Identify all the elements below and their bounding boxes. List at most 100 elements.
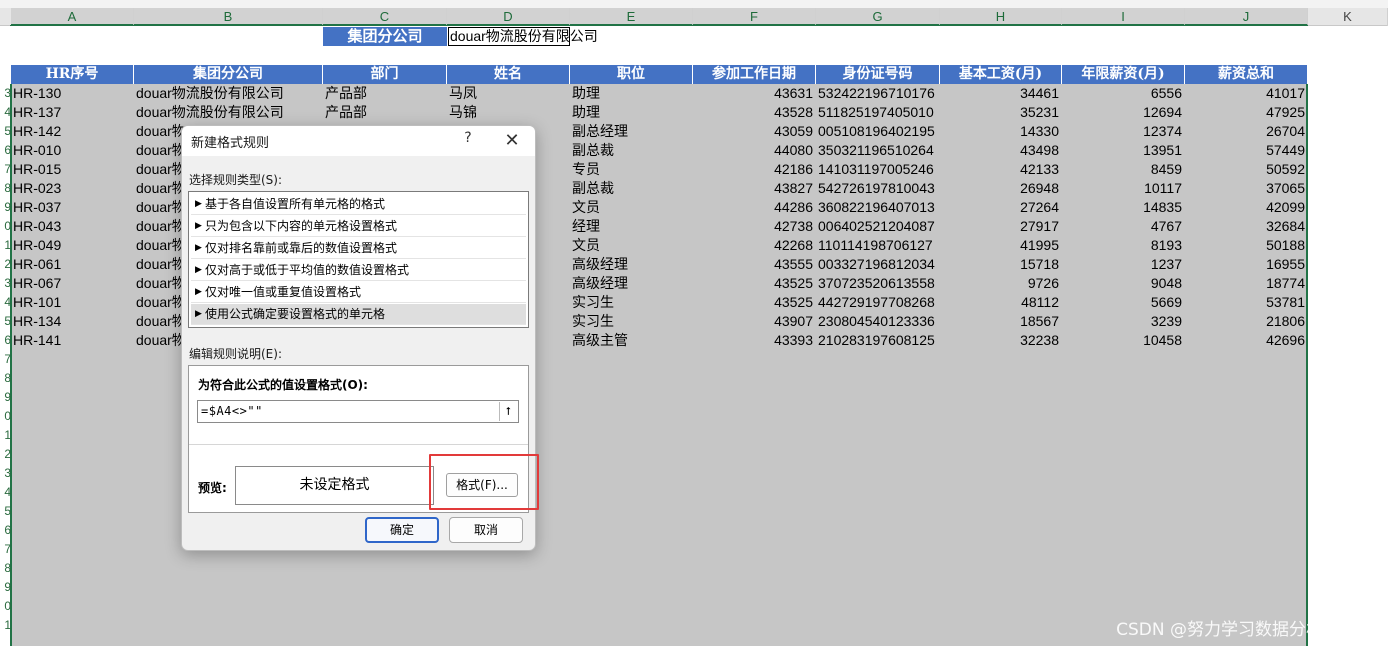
- cell-seniority[interactable]: 6556: [1062, 84, 1185, 103]
- row-header[interactable]: 7: [0, 350, 11, 369]
- cell-total[interactable]: 42099: [1185, 198, 1308, 217]
- rule-type-item[interactable]: ▶ 基于各自值设置所有单元格的格式: [191, 194, 526, 215]
- cell-position[interactable]: 文员: [570, 236, 693, 255]
- cell-position[interactable]: 经理: [570, 217, 693, 236]
- header-cell[interactable]: 薪资总和: [1185, 65, 1308, 84]
- cell-base[interactable]: 15718: [940, 255, 1062, 274]
- row-header[interactable]: 0: [0, 597, 11, 616]
- cell-seniority[interactable]: 12374: [1062, 122, 1185, 141]
- cell-base[interactable]: 32238: [940, 331, 1062, 350]
- cell-id[interactable]: 110114198706127: [816, 236, 940, 255]
- row-header[interactable]: 1: [0, 616, 11, 635]
- cell-date[interactable]: 42186: [693, 160, 816, 179]
- cell-hr[interactable]: HR-037: [11, 198, 134, 217]
- row-header[interactable]: 4: [0, 483, 11, 502]
- cell-position[interactable]: 高级主管: [570, 331, 693, 350]
- cell-seniority[interactable]: 9048: [1062, 274, 1185, 293]
- formula-input[interactable]: =$A4<>"" ⭡: [197, 400, 519, 423]
- column-header-d[interactable]: D: [447, 8, 570, 26]
- cell-base[interactable]: 43498: [940, 141, 1062, 160]
- cell-position[interactable]: 助理: [570, 84, 693, 103]
- cell-id[interactable]: 141031197005246: [816, 160, 940, 179]
- rule-type-item[interactable]: ▶ 仅对高于或低于平均值的数值设置格式: [191, 260, 526, 281]
- close-icon[interactable]: ✕: [499, 128, 525, 154]
- header-cell[interactable]: 基本工资(月): [940, 65, 1062, 84]
- cell-date[interactable]: 43907: [693, 312, 816, 331]
- cell-base[interactable]: 34461: [940, 84, 1062, 103]
- cell-total[interactable]: 16955: [1185, 255, 1308, 274]
- cell-date[interactable]: 43059: [693, 122, 816, 141]
- row-header[interactable]: 4: [0, 293, 11, 312]
- cell-date[interactable]: 43555: [693, 255, 816, 274]
- rule-type-item[interactable]: ▶ 只为包含以下内容的单元格设置格式: [191, 216, 526, 237]
- cell-hr[interactable]: HR-043: [11, 217, 134, 236]
- cell-id[interactable]: 350321196510264: [816, 141, 940, 160]
- collapse-dialog-icon[interactable]: ⭡: [499, 402, 517, 421]
- cell-position[interactable]: 实习生: [570, 312, 693, 331]
- company-title-value[interactable]: douar物流股份有限公司: [448, 27, 598, 46]
- cell-hr[interactable]: HR-101: [11, 293, 134, 312]
- rule-type-item[interactable]: ▶ 仅对唯一值或重复值设置格式: [191, 282, 526, 303]
- cell-total[interactable]: 37065: [1185, 179, 1308, 198]
- cell-base[interactable]: 18567: [940, 312, 1062, 331]
- cell-total[interactable]: 47925: [1185, 103, 1308, 122]
- row-header[interactable]: 0: [0, 407, 11, 426]
- cell-id[interactable]: 006402521204087: [816, 217, 940, 236]
- cell-base[interactable]: 35231: [940, 103, 1062, 122]
- cell-date[interactable]: 42738: [693, 217, 816, 236]
- cell-date[interactable]: 43631: [693, 84, 816, 103]
- cell-date[interactable]: 44080: [693, 141, 816, 160]
- cell-position[interactable]: 高级经理: [570, 255, 693, 274]
- cell-total[interactable]: 18774: [1185, 274, 1308, 293]
- cell-date[interactable]: 43525: [693, 274, 816, 293]
- row-header[interactable]: 5: [0, 312, 11, 331]
- cell-hr[interactable]: HR-134: [11, 312, 134, 331]
- cell-seniority[interactable]: 5669: [1062, 293, 1185, 312]
- rule-type-item[interactable]: ▶ 仅对排名靠前或靠后的数值设置格式: [191, 238, 526, 259]
- row-header[interactable]: 3: [0, 84, 11, 103]
- cell-total[interactable]: 41017: [1185, 84, 1308, 103]
- cell-base[interactable]: 27264: [940, 198, 1062, 217]
- cell-seniority[interactable]: 4767: [1062, 217, 1185, 236]
- cell-id[interactable]: 532422196710176: [816, 84, 940, 103]
- cell-base[interactable]: 41995: [940, 236, 1062, 255]
- cell-seniority[interactable]: 8459: [1062, 160, 1185, 179]
- column-header-g[interactable]: G: [816, 8, 940, 26]
- cell-base[interactable]: 26948: [940, 179, 1062, 198]
- row-header[interactable]: 3: [0, 464, 11, 483]
- row-header[interactable]: 6: [0, 331, 11, 350]
- row-header[interactable]: 8: [0, 179, 11, 198]
- cell-base[interactable]: 27917: [940, 217, 1062, 236]
- header-cell[interactable]: 身份证号码: [816, 65, 940, 84]
- rule-type-item[interactable]: ▶ 使用公式确定要设置格式的单元格: [191, 304, 526, 325]
- cell-date[interactable]: 43827: [693, 179, 816, 198]
- column-header-c[interactable]: C: [323, 8, 447, 26]
- cell-hr[interactable]: HR-049: [11, 236, 134, 255]
- cell-base[interactable]: 48112: [940, 293, 1062, 312]
- cell-base[interactable]: 14330: [940, 122, 1062, 141]
- row-header[interactable]: 5: [0, 502, 11, 521]
- row-header[interactable]: 9: [0, 388, 11, 407]
- column-header-h[interactable]: H: [940, 8, 1062, 26]
- cell-company[interactable]: douar物流股份有限公司: [134, 103, 323, 122]
- cell-name[interactable]: 马凤: [447, 84, 570, 103]
- header-cell[interactable]: 部门: [323, 65, 447, 84]
- cell-dept[interactable]: 产品部: [323, 103, 447, 122]
- row-header[interactable]: 4: [0, 103, 11, 122]
- row-header[interactable]: 2: [0, 255, 11, 274]
- help-icon[interactable]: ?: [460, 130, 476, 146]
- row-header[interactable]: 0: [0, 217, 11, 236]
- row-header[interactable]: 8: [0, 559, 11, 578]
- column-header-e[interactable]: E: [570, 8, 693, 26]
- row-header[interactable]: 9: [0, 198, 11, 217]
- cell-total[interactable]: 26704: [1185, 122, 1308, 141]
- cancel-button[interactable]: 取消: [449, 517, 523, 543]
- cell-date[interactable]: 43393: [693, 331, 816, 350]
- cell-hr[interactable]: HR-067: [11, 274, 134, 293]
- cell-total[interactable]: 32684: [1185, 217, 1308, 236]
- cell-seniority[interactable]: 14835: [1062, 198, 1185, 217]
- cell-position[interactable]: 专员: [570, 160, 693, 179]
- column-header-i[interactable]: I: [1062, 8, 1185, 26]
- row-header[interactable]: 6: [0, 141, 11, 160]
- cell-hr[interactable]: HR-137: [11, 103, 134, 122]
